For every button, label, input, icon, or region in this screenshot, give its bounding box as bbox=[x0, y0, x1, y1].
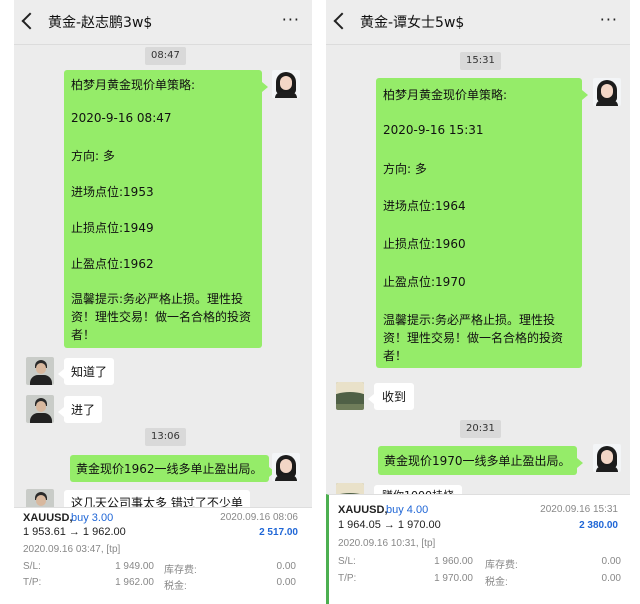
trade-prices: 1 953.61 → 1 962.00 bbox=[23, 526, 126, 538]
result-message[interactable]: 黄金现价1970一线多单止盈出局。 bbox=[378, 446, 583, 475]
timestamp: 15:31 bbox=[460, 52, 501, 70]
swap-value: 0.00 bbox=[601, 556, 621, 567]
sender-avatar[interactable] bbox=[272, 453, 300, 481]
sender-avatar[interactable] bbox=[272, 70, 300, 98]
trade-close-time: 2020.09.16 15:31 bbox=[540, 504, 618, 515]
strategy-date: 2020-9-16 08:47 bbox=[71, 111, 172, 125]
chat-header: 黄金-谭女士5w$ ··· bbox=[326, 0, 630, 45]
chat-title: 黄金-赵志鹏3w$ bbox=[48, 15, 153, 31]
chat-panel-left: 黄金-赵志鹏3w$ ··· 08:47 柏梦月黄金现价单策略: 2020-9-1… bbox=[14, 0, 312, 604]
strategy-date: 2020-9-16 15:31 bbox=[383, 123, 484, 137]
strategy-entry: 进场点位:1964 bbox=[383, 199, 466, 213]
contact-avatar[interactable] bbox=[26, 357, 54, 385]
trade-card[interactable]: XAUUSD, buy 3.00 2020.09.16 08:06 1 953.… bbox=[14, 507, 312, 604]
trade-prices: 1 964.05 → 1 970.00 bbox=[338, 519, 441, 531]
chat-panel-right: 黄金-谭女士5w$ ··· 15:31 柏梦月黄金现价单策略: 2020-9-1… bbox=[326, 0, 630, 604]
sl-label: S/L: bbox=[338, 556, 356, 567]
chat-header: 黄金-赵志鹏3w$ ··· bbox=[14, 0, 312, 45]
tp-label: T/P: bbox=[23, 577, 42, 588]
trade-symbol: XAUUSD, bbox=[338, 504, 388, 516]
sl-value: 1 960.00 bbox=[434, 556, 473, 567]
sl-value: 1 949.00 bbox=[115, 561, 154, 572]
strategy-tip-line: 温馨提示:务必严格止损。理性投 bbox=[71, 292, 244, 306]
strategy-stop-loss: 止损点位:1949 bbox=[71, 221, 154, 235]
trade-profit: 2 517.00 bbox=[259, 527, 298, 538]
strategy-take-profit: 止盈点位:1962 bbox=[71, 257, 154, 271]
chevron-left-icon[interactable] bbox=[21, 12, 39, 30]
swap-label: 库存费: bbox=[485, 560, 518, 571]
tax-value: 0.00 bbox=[601, 573, 621, 584]
strategy-direction: 方向: 多 bbox=[71, 149, 115, 163]
reply-message[interactable]: 知道了 bbox=[57, 358, 115, 385]
reply-message[interactable]: 进了 bbox=[57, 396, 103, 423]
trade-profit: 2 380.00 bbox=[579, 520, 618, 531]
swap-label: 库存费: bbox=[164, 565, 197, 576]
timestamp: 13:06 bbox=[145, 428, 186, 446]
strategy-tip-line: 温馨提示:务必严格止损。理性投 bbox=[383, 313, 556, 327]
strategy-stop-loss: 止损点位:1960 bbox=[383, 237, 466, 251]
tp-value: 1 962.00 bbox=[115, 577, 154, 588]
strategy-title: 柏梦月黄金现价单策略: bbox=[383, 88, 508, 102]
strategy-tip-line: 资！理性交易！做一名合格的投资 bbox=[71, 310, 252, 324]
trade-symbol: XAUUSD, bbox=[23, 512, 73, 524]
strategy-tip-line: 者！ bbox=[383, 349, 408, 363]
more-dots-icon[interactable]: ··· bbox=[282, 10, 300, 29]
chat-title: 黄金-谭女士5w$ bbox=[360, 15, 465, 31]
tax-label: 税金: bbox=[485, 577, 508, 588]
timestamp: 08:47 bbox=[145, 47, 186, 65]
strategy-take-profit: 止盈点位:1970 bbox=[383, 275, 466, 289]
trade-close-time: 2020.09.16 08:06 bbox=[220, 512, 298, 523]
reply-message[interactable]: 收到 bbox=[367, 383, 415, 410]
strategy-entry: 进场点位:1953 bbox=[71, 185, 154, 199]
contact-avatar[interactable] bbox=[26, 395, 54, 423]
result-message[interactable]: 黄金现价1962一线多单止盈出局。 bbox=[70, 455, 275, 482]
trade-side: buy 4.00 bbox=[386, 504, 429, 516]
trade-open-time: 2020.09.16 03:47, [tp] bbox=[23, 544, 121, 555]
more-dots-icon[interactable]: ··· bbox=[600, 10, 618, 29]
tax-label: 税金: bbox=[164, 581, 187, 592]
trade-side: buy 3.00 bbox=[71, 512, 114, 524]
chevron-left-icon[interactable] bbox=[333, 12, 351, 30]
trade-open-time: 2020.09.16 10:31, [tp] bbox=[338, 538, 436, 549]
sl-label: S/L: bbox=[23, 561, 41, 572]
strategy-title: 柏梦月黄金现价单策略: bbox=[71, 78, 196, 92]
strategy-message[interactable]: 柏梦月黄金现价单策略: 2020-9-16 15:31 方向: 多 进场点位:1… bbox=[376, 78, 588, 368]
swap-value: 0.00 bbox=[276, 561, 296, 572]
strategy-message[interactable]: 柏梦月黄金现价单策略: 2020-9-16 08:47 方向: 多 进场点位:1… bbox=[64, 70, 268, 348]
trade-card[interactable]: XAUUSD, buy 4.00 2020.09.16 15:31 1 964.… bbox=[326, 494, 630, 604]
tp-label: T/P: bbox=[338, 573, 357, 584]
strategy-tip-line: 者！ bbox=[71, 328, 96, 342]
tp-value: 1 970.00 bbox=[434, 573, 473, 584]
strategy-tip-line: 资！理性交易！做一名合格的投资 bbox=[383, 331, 564, 345]
timestamp: 20:31 bbox=[460, 420, 501, 438]
contact-avatar[interactable] bbox=[336, 382, 364, 410]
sender-avatar[interactable] bbox=[593, 444, 621, 472]
sender-avatar[interactable] bbox=[593, 78, 621, 106]
strategy-direction: 方向: 多 bbox=[383, 162, 427, 176]
tax-value: 0.00 bbox=[276, 577, 296, 588]
